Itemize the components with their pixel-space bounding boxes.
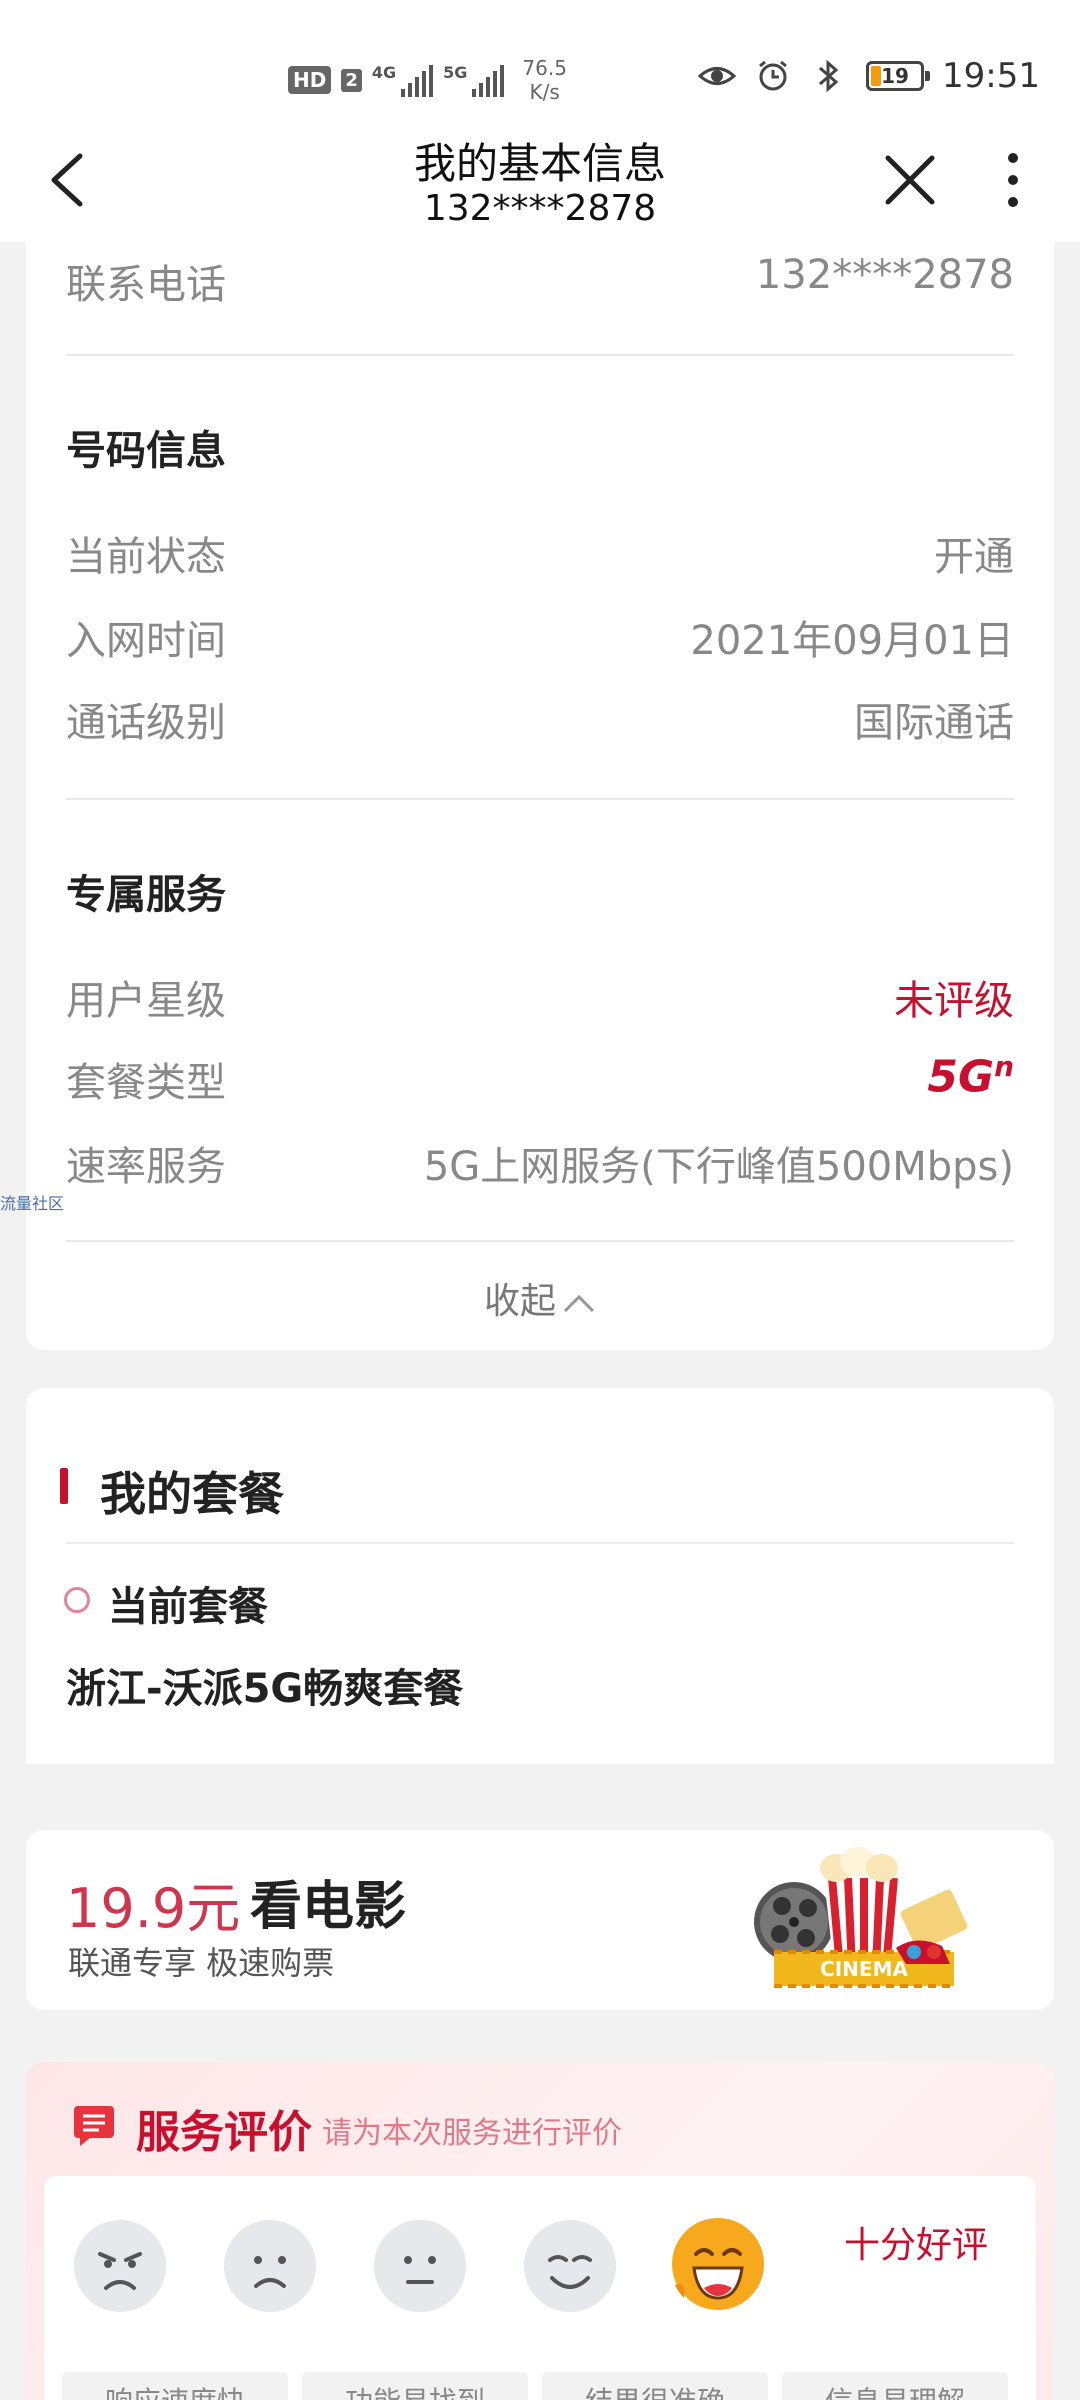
evaluation-hint: 请为本次服务进行评价 — [322, 2116, 622, 2151]
contact-phone-row: 联系电话 132****2878 — [66, 252, 1014, 310]
status-value: 开通 — [934, 534, 1014, 580]
basic-info-card: 联系电话 132****2878 号码信息 当前状态 开通 入网时间 2021年… — [26, 242, 1054, 1350]
status-bar: HD 2 4G 5G 76.5 K/s 19 19:51 — [0, 0, 1080, 130]
call-level-label: 通话级别 — [66, 700, 226, 746]
collapse-label: 收起 — [483, 1281, 556, 1322]
rate-service-row: 速率服务 5G上网服务(下行峰值500Mbps) — [66, 1134, 1014, 1192]
page-header: 我的基本信息 132****2878 — [0, 130, 1080, 242]
movie-title: 看电影 — [250, 1877, 407, 1937]
evaluation-title: 服务评价 — [136, 2107, 312, 2158]
more-menu-icon[interactable] — [998, 148, 1028, 212]
5g-logo: 5Gn — [927, 1050, 1014, 1103]
sim-badge: 2 — [341, 68, 362, 92]
clock: 19:51 — [942, 56, 1040, 96]
service-evaluation-card: 服务评价 请为本次服务进行评价 十分好评 响应速度快 功能易找到 结果很准确 信… — [26, 2062, 1054, 2400]
network-speed: 76.5 K/s — [522, 56, 567, 104]
rate-service-label: 速率服务 — [66, 1144, 226, 1190]
eye-icon — [698, 67, 737, 85]
unsatisfied-face-icon[interactable] — [224, 2220, 316, 2312]
join-date-value: 2021年09月01日 — [690, 618, 1014, 664]
bullet-circle-icon — [64, 1587, 90, 1613]
rate-service-value: 5G上网服务(下行峰值500Mbps) — [423, 1144, 1014, 1190]
chevron-up-icon — [563, 1294, 595, 1313]
cinema-illustration: CINEMA — [754, 1847, 968, 1988]
join-date-label: 入网时间 — [66, 618, 226, 664]
battery-icon: 19 — [866, 61, 931, 91]
user-star-label: 用户星级 — [66, 978, 226, 1024]
floating-community-link[interactable]: 流量社区 — [0, 1190, 64, 1214]
neutral-face-icon[interactable] — [374, 2220, 466, 2312]
system-indicators: 19 19:51 — [698, 56, 1040, 96]
satisfied-face-icon[interactable] — [524, 2220, 616, 2312]
my-plan-title: 我的套餐 — [100, 1467, 284, 1521]
network-indicators: HD 2 4G 5G 76.5 K/s — [288, 56, 567, 104]
cinema-text: CINEMA — [820, 1957, 908, 1981]
very-satisfied-face-icon[interactable] — [670, 2216, 766, 2312]
tag-accurate-result[interactable]: 结果很准确 — [542, 2372, 768, 2400]
rating-label: 十分好评 — [844, 2225, 989, 2266]
movie-subtitle: 联通专享 极速购票 — [68, 1944, 335, 1982]
user-star-row: 用户星级 未评级 — [66, 968, 1014, 1026]
tag-response-speed[interactable]: 响应速度快 — [62, 2372, 288, 2400]
hd-badge: HD — [288, 66, 332, 94]
contact-phone-value: 132****2878 — [755, 252, 1014, 298]
movie-price: 19.9元 — [66, 1877, 241, 1940]
call-level-row: 通话级别 国际通话 — [66, 690, 1014, 748]
bluetooth-icon — [819, 59, 839, 93]
divider — [66, 354, 1014, 356]
evaluation-panel: 十分好评 响应速度快 功能易找到 结果很准确 信息易理解 — [44, 2176, 1036, 2400]
divider — [66, 1542, 1014, 1544]
signal-4g-icon: 4G — [372, 63, 434, 97]
contact-phone-label: 联系电话 — [66, 262, 226, 308]
my-plan-card: 我的套餐 当前套餐 浙江-沃派5G畅爽套餐 — [26, 1388, 1054, 1764]
tag-easy-to-find[interactable]: 功能易找到 — [302, 2372, 528, 2400]
plan-type-label: 套餐类型 — [66, 1060, 226, 1106]
number-info-title: 号码信息 — [66, 428, 226, 474]
collapse-button[interactable]: 收起 — [26, 1272, 1054, 1324]
section-marker — [60, 1468, 68, 1504]
movie-promo-banner[interactable]: 19.9元 看电影 联通专享 极速购票 CINEMA — [26, 1830, 1054, 2010]
current-plan-name: 浙江-沃派5G畅爽套餐 — [66, 1666, 464, 1712]
divider — [66, 798, 1014, 800]
user-star-value: 未评级 — [894, 978, 1014, 1024]
signal-5g-icon: 5G — [443, 63, 505, 97]
comment-icon — [74, 2106, 114, 2146]
call-level-value: 国际通话 — [854, 700, 1014, 746]
current-plan-label: 当前套餐 — [108, 1584, 268, 1630]
evaluation-tags: 响应速度快 功能易找到 结果很准确 信息易理解 — [62, 2372, 1008, 2400]
very-unsatisfied-face-icon[interactable] — [74, 2220, 166, 2312]
tag-easy-to-understand[interactable]: 信息易理解 — [782, 2372, 1008, 2400]
status-label: 当前状态 — [66, 534, 226, 580]
alarm-icon — [759, 60, 787, 91]
plan-type-row: 套餐类型 5Gn — [66, 1050, 1014, 1108]
join-date-row: 入网时间 2021年09月01日 — [66, 608, 1014, 666]
close-icon[interactable] — [878, 148, 942, 212]
status-row: 当前状态 开通 — [66, 524, 1014, 582]
divider — [66, 1240, 1014, 1242]
exclusive-service-title: 专属服务 — [66, 872, 226, 918]
